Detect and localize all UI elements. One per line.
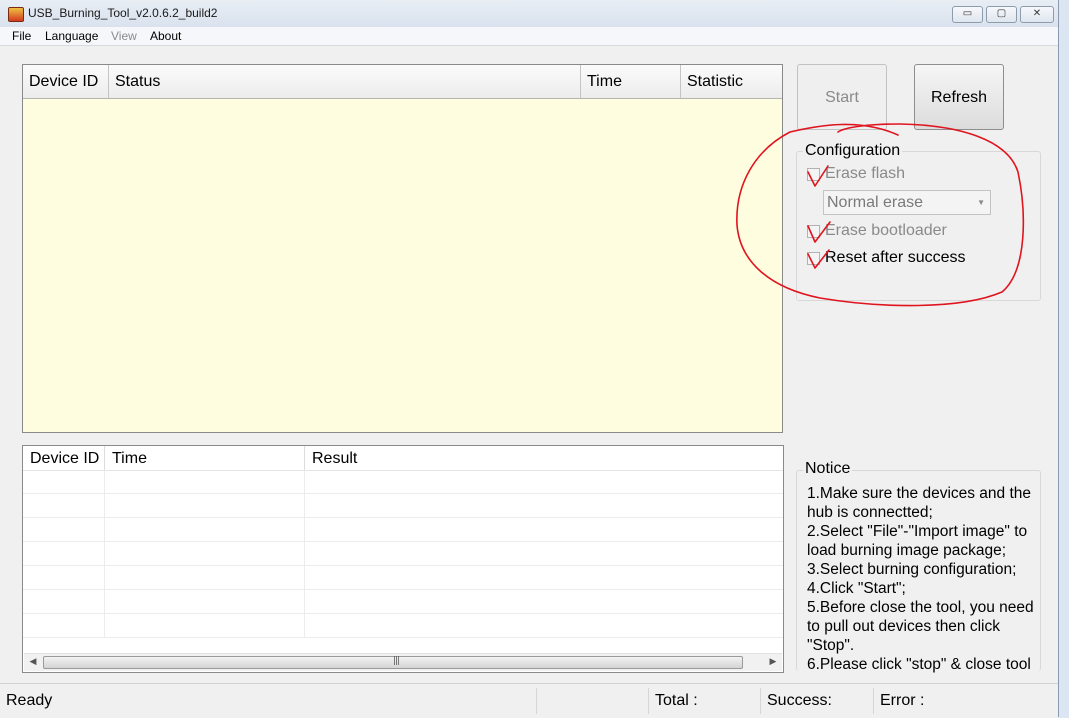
column-header-result[interactable]: Result (305, 446, 783, 470)
reset-after-success-checkbox[interactable] (807, 252, 820, 265)
table-row (23, 590, 783, 614)
column-header-time[interactable]: Time (581, 65, 681, 98)
erase-mode-value: Normal erase (827, 194, 924, 211)
close-button[interactable]: ✕ (1020, 6, 1054, 23)
device-table[interactable]: Device ID Status Time Statistic (22, 64, 783, 433)
notice-line: 2.Select "File"-"Import image" to load b… (807, 523, 1032, 559)
table-row (23, 542, 783, 566)
notice-title: Notice (803, 460, 853, 478)
column-header-device-id[interactable]: Device ID (23, 446, 105, 470)
column-header-status[interactable]: Status (109, 65, 581, 98)
menu-language[interactable]: Language (45, 29, 98, 43)
notice-line: 5.Before close the tool, you need to pul… (807, 599, 1038, 654)
notice-text: 1.Make sure the devices and the hub is c… (807, 484, 1043, 674)
device-table-header: Device ID Status Time Statistic (23, 65, 782, 99)
chevron-down-icon: ▼ (977, 198, 985, 207)
erase-bootloader-checkbox[interactable] (807, 225, 820, 238)
table-row (23, 614, 783, 638)
start-button[interactable]: Start (797, 64, 887, 130)
success-label: Success: (761, 688, 874, 714)
total-label: Total : (649, 688, 761, 714)
status-text: Ready (0, 688, 537, 714)
menu-view[interactable]: View (111, 29, 137, 43)
reset-after-success-label: Reset after success (825, 249, 966, 266)
notice-line: 1.Make sure the devices and the hub is c… (807, 485, 1036, 521)
erase-mode-select[interactable]: Normal erase ▼ (823, 190, 991, 215)
table-row (23, 518, 783, 542)
refresh-button[interactable]: Refresh (914, 64, 1004, 130)
app-icon (8, 7, 24, 22)
scrollbar-thumb[interactable]: ||| (43, 656, 743, 669)
column-header-device-id[interactable]: Device ID (23, 65, 109, 98)
status-spacer (537, 688, 649, 714)
table-row (23, 494, 783, 518)
maximize-button[interactable]: ▢ (986, 6, 1017, 23)
error-label: Error : (880, 692, 925, 709)
window-controls: ▭ ▢ ✕ (952, 6, 1054, 23)
app-window: USB_Burning_Tool_v2.0.6.2_build2 ▭ ▢ ✕ F… (0, 0, 1059, 718)
erase-flash-checkbox[interactable] (807, 168, 820, 181)
erase-flash-label: Erase flash (825, 165, 906, 182)
scroll-grip-icon: ||| (393, 656, 400, 666)
configuration-title: Configuration (803, 142, 903, 160)
result-table-header: Device ID Time Result (23, 446, 783, 471)
notice-line: 3.Select burning configuration; (807, 561, 1017, 578)
menu-file[interactable]: File (12, 29, 31, 43)
column-header-statistic[interactable]: Statistic (681, 65, 782, 98)
result-table[interactable]: Device ID Time Result ◀ ||| ▶ (22, 445, 784, 673)
menu-bar: File Language View About (0, 27, 1058, 46)
column-header-time[interactable]: Time (105, 446, 305, 470)
table-row (23, 566, 783, 590)
notice-line: 6.Please click "stop" & close tool (807, 656, 1031, 673)
horizontal-scrollbar[interactable]: ◀ ||| ▶ (24, 653, 782, 671)
window-title: USB_Burning_Tool_v2.0.6.2_build2 (28, 6, 218, 20)
scroll-right-arrow-icon[interactable]: ▶ (765, 655, 781, 670)
erase-bootloader-label: Erase bootloader (825, 222, 947, 239)
minimize-button[interactable]: ▭ (952, 6, 983, 23)
status-bar: Ready Total : Success: Error : (0, 683, 1058, 718)
menu-about[interactable]: About (150, 29, 181, 43)
result-rows (23, 470, 783, 638)
title-bar[interactable]: USB_Burning_Tool_v2.0.6.2_build2 ▭ ▢ ✕ (0, 0, 1058, 28)
table-row (23, 470, 783, 494)
scroll-left-arrow-icon[interactable]: ◀ (25, 655, 41, 670)
notice-line: 4.Click "Start"; (807, 580, 906, 597)
